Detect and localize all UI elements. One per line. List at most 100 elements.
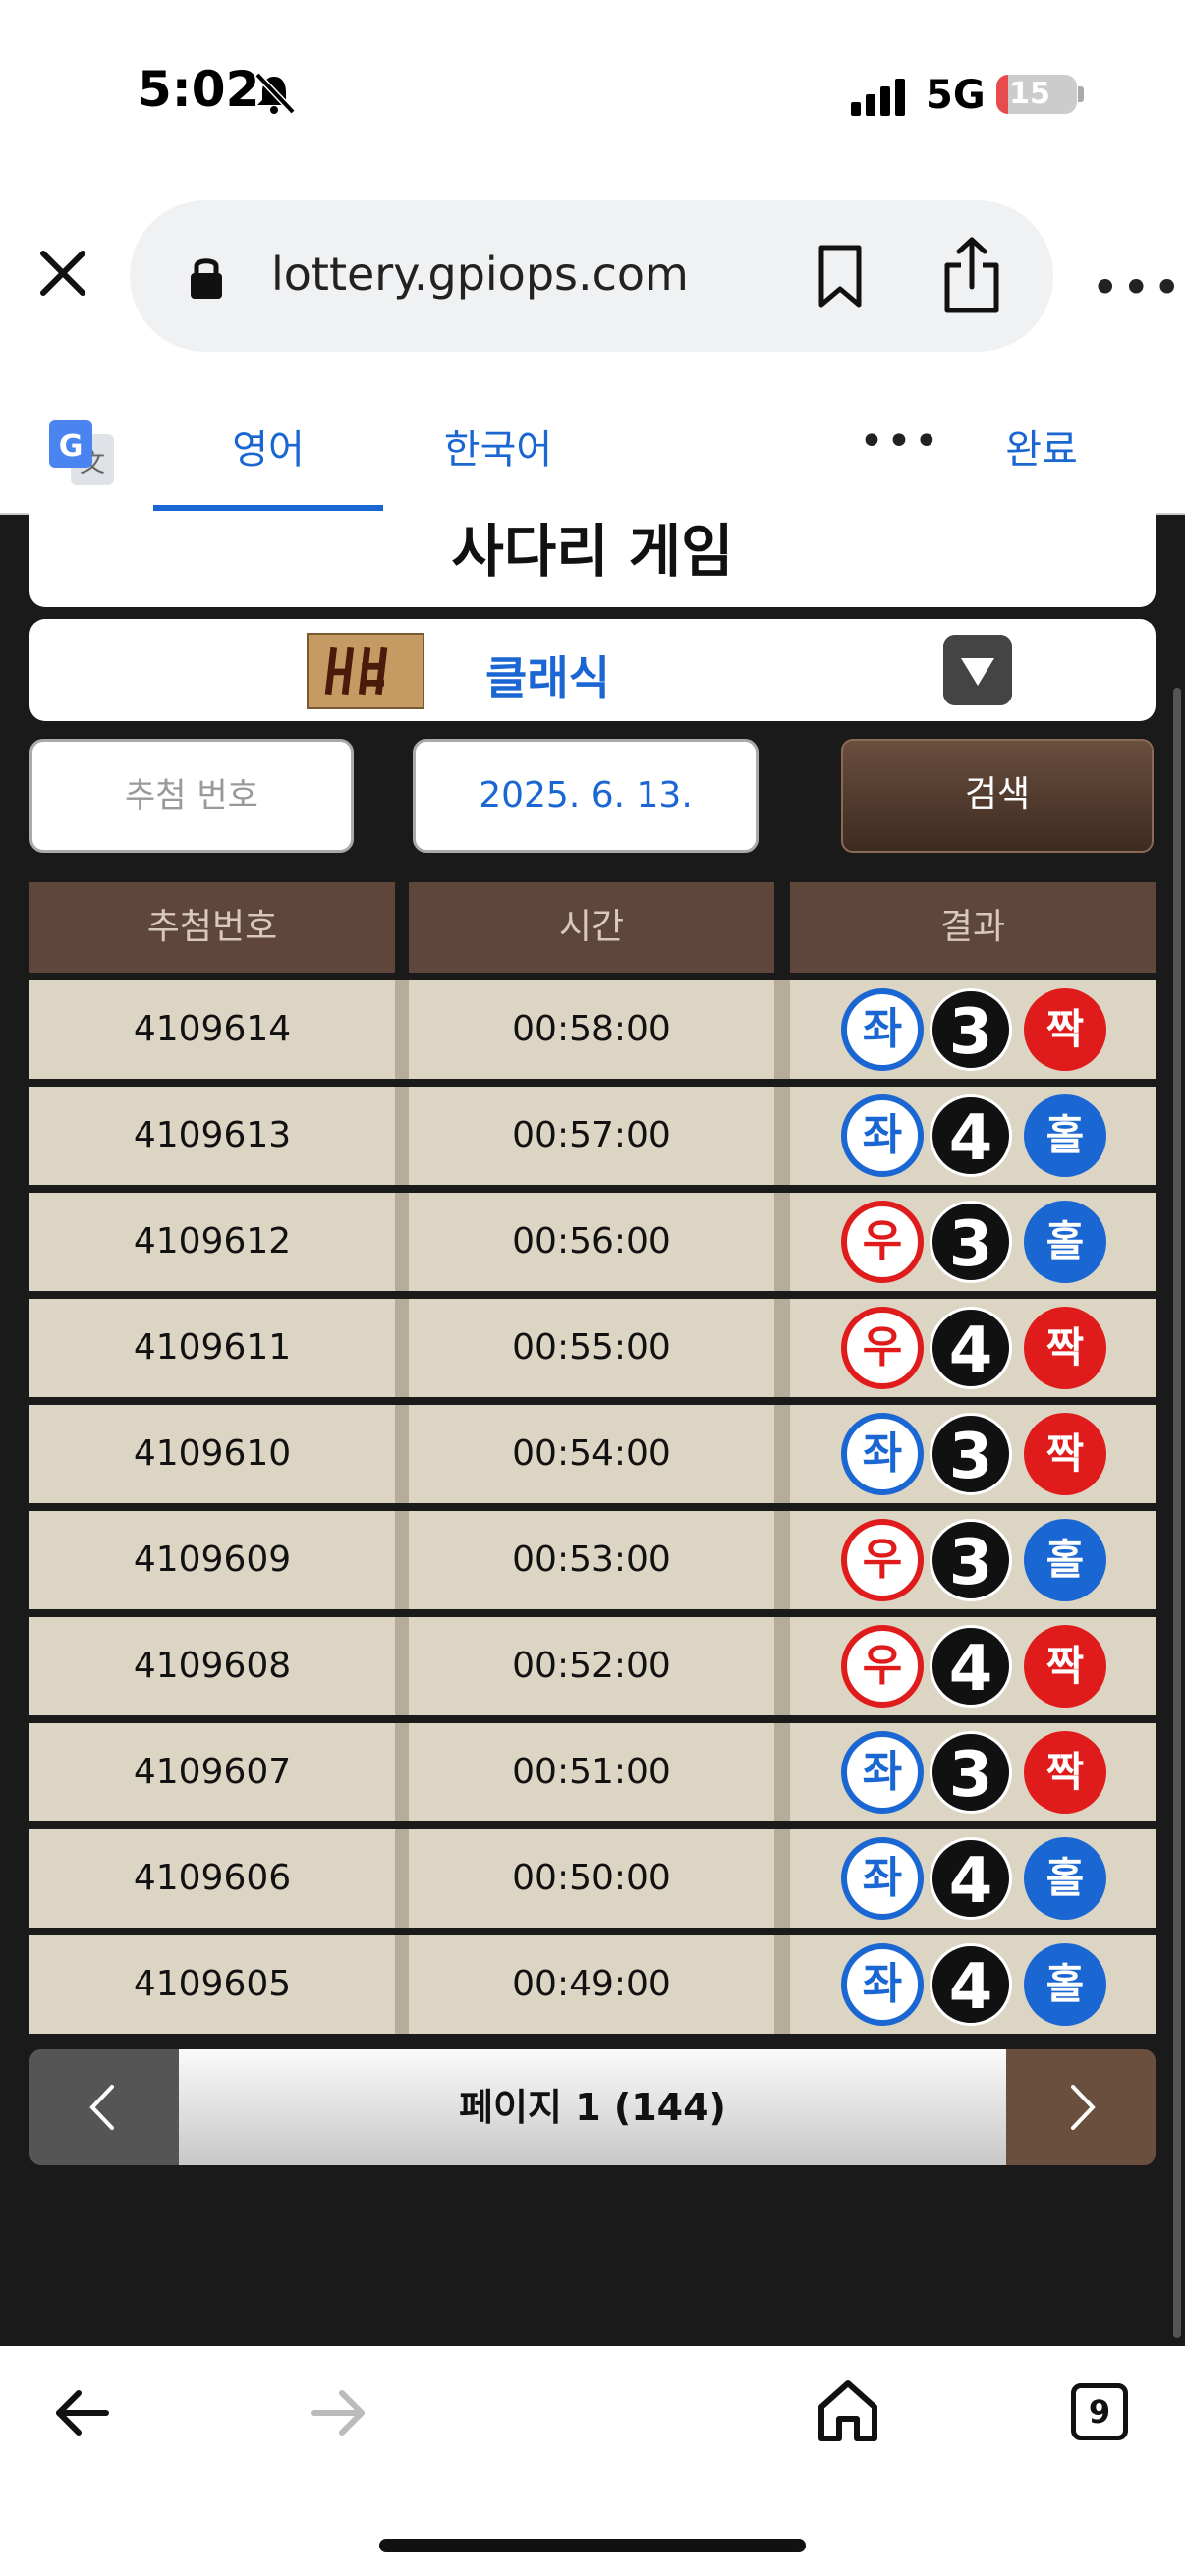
side-ball: 좌 [841,1731,924,1814]
side-ball: 좌 [841,1094,924,1177]
draw-number-cell: 4109608 [29,1617,395,1715]
column-divider [395,1405,409,1503]
line-count-ball: 3 [930,988,1012,1071]
forward-arrow-icon[interactable] [309,2383,367,2442]
header-time: 시간 [409,882,774,973]
time-cell: 00:54:00 [409,1405,774,1503]
battery-tip [1078,86,1084,102]
line-count-ball: 3 [930,1731,1012,1814]
column-divider [395,1299,409,1397]
column-divider [774,1935,790,2034]
column-divider [395,1617,409,1715]
side-ball: 우 [841,1625,924,1708]
search-button[interactable]: 검색 [841,739,1154,853]
draw-number-cell: 4109611 [29,1299,395,1397]
home-indicator [379,2539,806,2552]
odd-even-ball: 짝 [1024,1625,1106,1708]
column-divider [395,1511,409,1609]
close-icon[interactable] [35,246,90,301]
tab-korean[interactable]: 한국어 [397,420,599,479]
line-count-ball: 4 [930,1094,1012,1177]
side-ball: 좌 [841,1943,924,2026]
side-ball: 우 [841,1201,924,1283]
line-count-ball: 4 [930,1837,1012,1920]
time-cell: 00:55:00 [409,1299,774,1397]
game-name[interactable]: 클래식 [485,643,610,707]
odd-even-ball: 짝 [1024,1413,1106,1495]
time-cell: 00:56:00 [409,1193,774,1291]
home-icon[interactable] [816,2378,880,2442]
share-icon[interactable] [941,236,1002,314]
time-cell: 00:52:00 [409,1617,774,1715]
done-button[interactable]: 완료 [983,420,1100,479]
bookmark-icon[interactable] [816,244,865,308]
column-divider [774,1829,790,1928]
time-cell: 00:49:00 [409,1935,774,2034]
ladder-game-icon [307,633,424,709]
odd-even-ball: 짝 [1024,1307,1106,1389]
translate-more-icon[interactable]: ••• [859,417,941,467]
battery-icon: 15 [996,75,1077,114]
side-ball: 좌 [841,988,924,1071]
line-count-ball: 4 [930,1307,1012,1389]
draw-number-cell: 4109606 [29,1829,395,1928]
line-count-ball: 4 [930,1625,1012,1708]
column-divider [774,1193,790,1291]
back-arrow-icon[interactable] [53,2383,112,2442]
draw-number-cell: 4109612 [29,1193,395,1291]
draw-number-cell: 4109609 [29,1511,395,1609]
bell-muted-icon [254,72,296,115]
draw-number-cell: 4109610 [29,1405,395,1503]
tabs-count-button[interactable]: 9 [1071,2383,1128,2440]
google-translate-icon[interactable]: 文 G [49,420,114,485]
column-divider [395,1193,409,1291]
odd-even-ball: 홀 [1024,1943,1106,2026]
line-count-ball: 4 [930,1943,1012,2026]
line-count-ball: 3 [930,1413,1012,1495]
header-draw-number: 추첨번호 [29,882,395,973]
draw-number-input[interactable]: 추첨 번호 [29,739,354,853]
header-result: 결과 [790,882,1156,973]
time-cell: 00:53:00 [409,1511,774,1609]
column-divider [395,1723,409,1821]
draw-number-cell: 4109613 [29,1087,395,1185]
more-icon[interactable]: ••• [1091,259,1183,316]
odd-even-ball: 홀 [1024,1201,1106,1283]
status-time: 5:02 [138,61,260,118]
draw-number-cell: 4109607 [29,1723,395,1821]
odd-even-ball: 짝 [1024,988,1106,1071]
line-count-ball: 3 [930,1519,1012,1601]
date-input[interactable]: 2025. 6. 13. [413,739,759,853]
column-divider [774,1511,790,1609]
time-cell: 00:51:00 [409,1723,774,1821]
next-page-icon[interactable] [1006,2049,1156,2165]
column-divider [774,1723,790,1821]
side-ball: 좌 [841,1837,924,1920]
prev-page-icon[interactable] [29,2049,179,2165]
page-title: 사다리 게임 [29,513,1156,607]
tab-english[interactable]: 영어 [153,420,383,509]
signal-icon [851,79,910,116]
scrollbar[interactable] [1173,688,1181,2338]
battery-level: 15 [1009,77,1050,111]
dropdown-icon[interactable] [943,635,1012,705]
odd-even-ball: 짝 [1024,1731,1106,1814]
time-cell: 00:50:00 [409,1829,774,1928]
url-text[interactable]: lottery.gpiops.com [271,248,689,301]
line-count-ball: 3 [930,1201,1012,1283]
odd-even-ball: 홀 [1024,1519,1106,1601]
draw-number-cell: 4109605 [29,1935,395,2034]
column-divider [395,1829,409,1928]
column-divider [395,980,409,1079]
side-ball: 좌 [841,1413,924,1495]
tab-active-indicator [153,505,383,511]
network-type: 5G [926,73,986,118]
page-indicator: 페이지 1 (144) [179,2049,1006,2165]
column-divider [395,1087,409,1185]
time-cell: 00:58:00 [409,980,774,1079]
column-divider [774,1087,790,1185]
column-divider [774,1617,790,1715]
column-divider [774,1299,790,1397]
column-divider [395,1935,409,2034]
time-cell: 00:57:00 [409,1087,774,1185]
